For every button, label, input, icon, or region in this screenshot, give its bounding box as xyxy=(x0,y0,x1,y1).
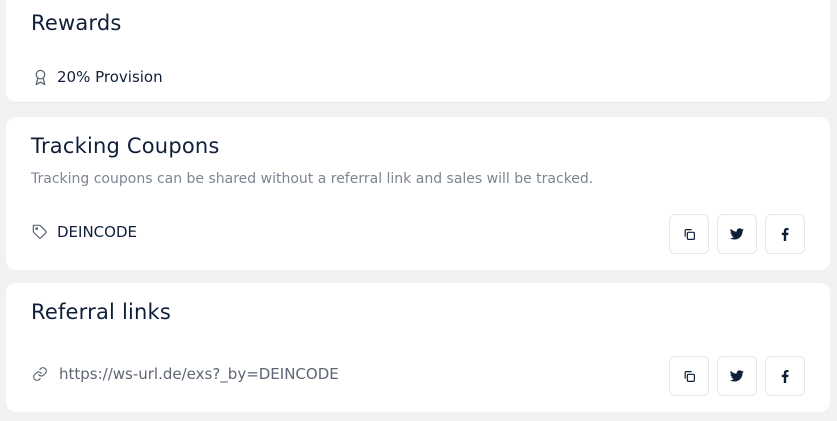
copy-coupon-button[interactable] xyxy=(669,214,709,254)
coupon-share-buttons xyxy=(669,214,805,254)
share-link-facebook-button[interactable] xyxy=(765,356,805,396)
copy-icon xyxy=(683,370,696,383)
coupon-code-row: DEINCODE xyxy=(31,223,137,241)
twitter-icon xyxy=(730,370,744,382)
links-title: Referral links xyxy=(31,300,172,324)
rewards-title: Rewards xyxy=(31,11,122,35)
link-icon xyxy=(31,365,49,383)
award-icon xyxy=(31,68,49,86)
tracking-coupons-card: Tracking Coupons Tracking coupons can be… xyxy=(6,117,830,270)
facebook-icon xyxy=(781,227,789,241)
coupons-title: Tracking Coupons xyxy=(31,134,220,158)
coupon-code: DEINCODE xyxy=(57,223,137,241)
coupons-description: Tracking coupons can be shared without a… xyxy=(31,171,594,187)
referral-link-row: https://ws-url.de/exs?_by=DEINCODE xyxy=(31,365,339,383)
copy-link-button[interactable] xyxy=(669,356,709,396)
copy-icon xyxy=(683,228,696,241)
facebook-icon xyxy=(781,369,789,383)
link-share-buttons xyxy=(669,356,805,396)
share-coupon-facebook-button[interactable] xyxy=(765,214,805,254)
rewards-provision-row: 20% Provision xyxy=(31,68,163,86)
rewards-card: Rewards 20% Provision xyxy=(6,0,830,103)
provision-text: 20% Provision xyxy=(57,68,163,86)
referral-links-card: Referral links https://ws-url.de/exs?_by… xyxy=(6,283,830,412)
tag-icon xyxy=(31,223,49,241)
referral-url[interactable]: https://ws-url.de/exs?_by=DEINCODE xyxy=(59,365,339,383)
share-link-twitter-button[interactable] xyxy=(717,356,757,396)
twitter-icon xyxy=(730,228,744,240)
share-coupon-twitter-button[interactable] xyxy=(717,214,757,254)
